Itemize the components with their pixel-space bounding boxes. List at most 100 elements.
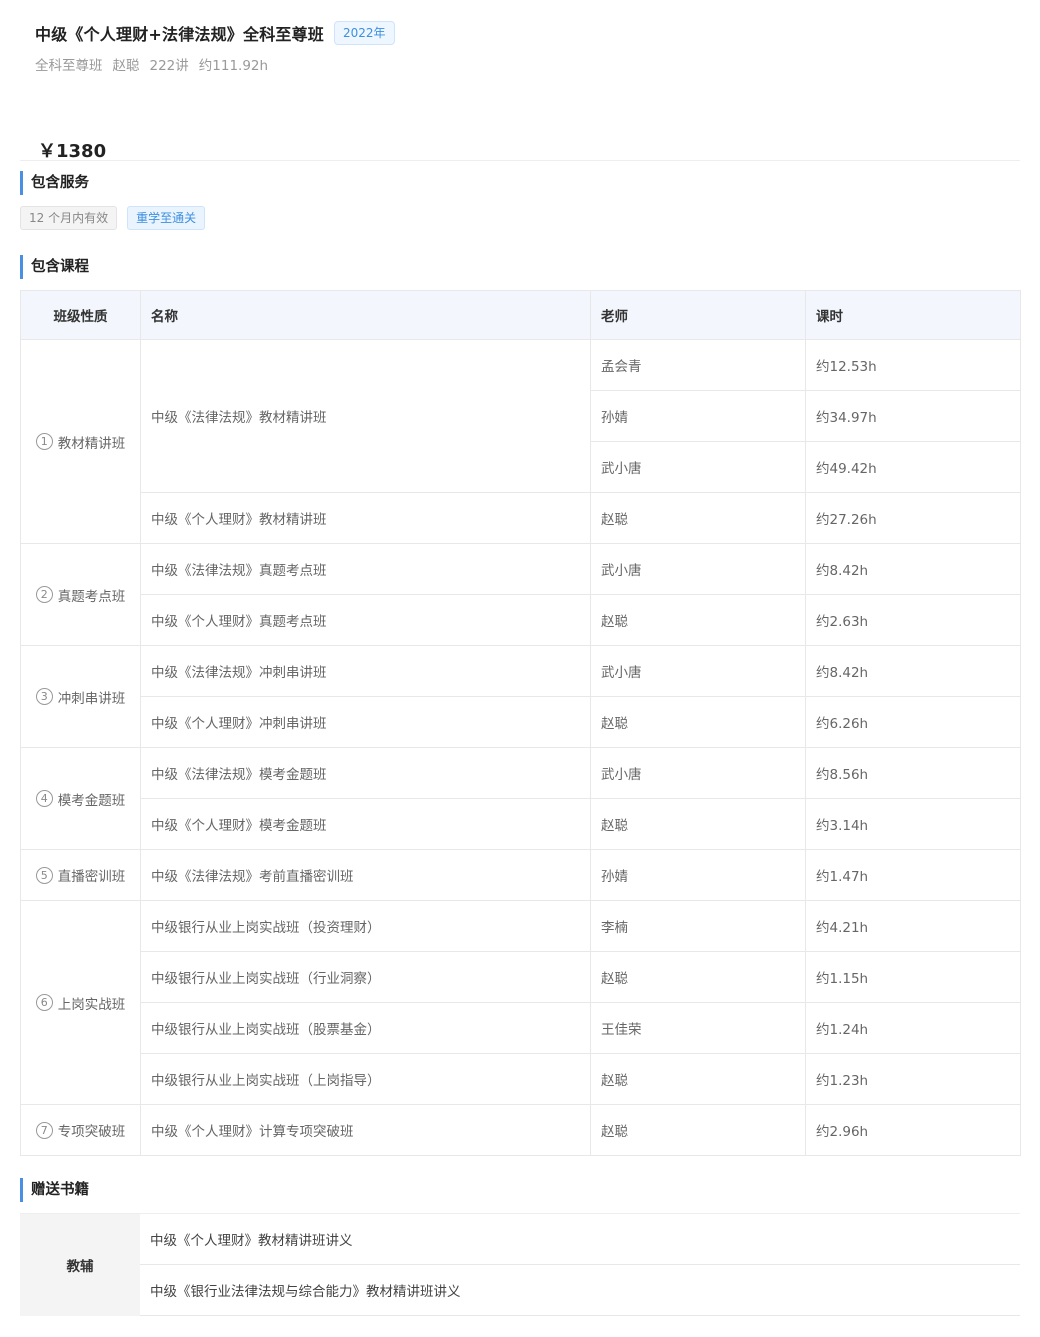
class-type-cell: 3 冲刺串讲班: [20, 645, 141, 748]
course-hours: 约2.96h: [805, 1104, 1021, 1156]
course-teacher: 王佳荣: [590, 1002, 806, 1054]
validity-tag: 12 个月内有效: [20, 206, 118, 230]
course-teacher: 武小唐: [590, 543, 806, 595]
year-badge: 2022年: [334, 21, 395, 45]
course-teacher: 孙婧: [590, 390, 806, 442]
table-row: 中级银行从业上岗实战班（行业洞察） 赵聪 约1.15h: [21, 951, 1021, 1003]
course-name: 中级《法律法规》教材精讲班: [140, 339, 591, 493]
meta-teacher: 赵聪: [112, 58, 140, 74]
course-hours: 约3.14h: [805, 798, 1021, 850]
course-hours: 约8.56h: [805, 747, 1021, 799]
class-type-label: 冲刺串讲班: [57, 690, 126, 707]
course-teacher: 赵聪: [590, 696, 806, 748]
book-item: 中级《银行业法律法规与综合能力》教材精讲班讲义: [140, 1264, 1020, 1316]
table-row: 中级《个人理财》冲刺串讲班 赵聪 约6.26h: [21, 696, 1021, 748]
course-hours: 约6.26h: [805, 696, 1021, 748]
class-type-cell: 1 教材精讲班: [20, 339, 141, 544]
course-name: 中级银行从业上岗实战班（上岗指导）: [140, 1053, 591, 1105]
course-hours: 约34.97h: [805, 390, 1021, 442]
table-row: 中级《个人理财》教材精讲班 赵聪 约27.26h: [21, 492, 1021, 544]
course-name: 中级银行从业上岗实战班（行业洞察）: [140, 951, 591, 1003]
title-row: 中级《个人理财+法律法规》全科至尊班 2022年: [35, 18, 1020, 48]
course-hours: 约8.42h: [805, 543, 1021, 595]
book-category: 教辅: [20, 1213, 140, 1316]
course-hours: 约4.21h: [805, 900, 1021, 952]
product-meta: 全科至尊班 赵聪 222讲 约111.92h: [35, 54, 1020, 74]
course-teacher: 武小唐: [590, 747, 806, 799]
course-teacher: 赵聪: [590, 492, 806, 544]
table-row: 中级《个人理财》模考金题班 赵聪 约3.14h: [21, 798, 1021, 850]
table-row: 中级银行从业上岗实战班（股票基金） 王佳荣 约1.24h: [21, 1002, 1021, 1054]
books-section-title: 赠送书籍: [20, 1178, 89, 1202]
index-circle: 4: [35, 790, 53, 807]
table-row: 1 教材精讲班 中级《法律法规》教材精讲班 孟会青 约12.53h: [20, 339, 1021, 544]
course-teacher: 赵聪: [590, 798, 806, 850]
index-circle: 5: [35, 866, 53, 884]
course-name: 中级《个人理财》计算专项突破班: [140, 1104, 591, 1156]
index-circle: 6: [35, 994, 53, 1011]
course-name: 中级《法律法规》模考金题班: [140, 747, 591, 799]
course-teacher: 李楠: [590, 900, 806, 952]
course-teacher: 赵聪: [590, 1104, 806, 1156]
course-table: 班级性质 名称 老师 课时 1 教材精讲班 中级《法律法规》教材精讲班 孟会青 约…: [20, 290, 1021, 1156]
services-section-title: 包含服务: [20, 171, 89, 195]
course-name: 中级银行从业上岗实战班（投资理财）: [140, 900, 591, 952]
table-row: 中级《个人理财》真题考点班 赵聪 约2.63h: [21, 594, 1021, 646]
table-row: 6 上岗实战班 中级银行从业上岗实战班（投资理财） 李楠 约4.21h: [20, 900, 1021, 1105]
course-name: 中级银行从业上岗实战班（股票基金）: [140, 1002, 591, 1054]
class-type-label: 专项突破班: [57, 1124, 126, 1140]
class-type-label: 教材精讲班: [57, 435, 126, 452]
table-row: 4 模考金题班 中级《法律法规》模考金题班 武小唐 约8.56h: [20, 747, 1021, 850]
meta-class-type: 全科至尊班: [35, 58, 103, 74]
course-name: 中级《个人理财》真题考点班: [140, 594, 591, 646]
course-hours: 约2.63h: [805, 594, 1021, 646]
course-name: 中级《个人理财》教材精讲班: [140, 492, 591, 544]
course-hours: 约1.23h: [805, 1053, 1021, 1105]
class-type-cell: 5 直播密训班: [20, 849, 141, 901]
course-teacher: 孙婧: [590, 849, 806, 901]
course-hours: 约1.47h: [805, 849, 1021, 901]
course-teacher: 武小唐: [590, 645, 806, 697]
index-circle: 7: [35, 1121, 53, 1139]
class-type-cell: 6 上岗实战班: [20, 900, 141, 1105]
class-type-cell: 7 专项突破班: [20, 1104, 141, 1156]
class-type-label: 模考金题班: [57, 792, 126, 809]
table-row: 中级《银行业法律法规与综合能力》教材精讲班讲义: [20, 1264, 1020, 1316]
course-hours: 约49.42h: [805, 441, 1021, 493]
course-teacher: 赵聪: [590, 594, 806, 646]
course-hours: 约8.42h: [805, 645, 1021, 697]
meta-lesson-count: 222讲: [149, 58, 189, 74]
book-table: 教辅 中级《个人理财》教材精讲班讲义 中级《银行业法律法规与综合能力》教材精讲班…: [20, 1213, 1020, 1316]
course-hours: 约27.26h: [805, 492, 1021, 544]
meta-total-hours: 约111.92h: [198, 58, 269, 74]
table-row: 2 真题考点班 中级《法律法规》真题考点班 武小唐 约8.42h: [20, 543, 1021, 646]
table-row: 教辅 中级《个人理财》教材精讲班讲义: [20, 1213, 1020, 1316]
table-row: 中级银行从业上岗实战班（上岗指导） 赵聪 约1.23h: [21, 1053, 1021, 1105]
table-header-row: 班级性质 名称 老师 课时: [20, 290, 1021, 340]
course-name: 中级《法律法规》考前直播密训班: [140, 849, 591, 901]
header-name: 名称: [140, 290, 591, 340]
product-header: 中级《个人理财+法律法规》全科至尊班 2022年 全科至尊班 赵聪 222讲 约…: [35, 18, 1020, 74]
course-name: 中级《个人理财》冲刺串讲班: [140, 696, 591, 748]
course-name: 中级《法律法规》真题考点班: [140, 543, 591, 595]
table-row: 7 专项突破班 中级《个人理财》计算专项突破班 赵聪 约2.96h: [20, 1104, 1021, 1156]
class-type-label: 真题考点班: [57, 588, 126, 605]
book-item: 中级《个人理财》教材精讲班讲义: [140, 1213, 1020, 1265]
courses-section-title: 包含课程: [20, 255, 89, 279]
course-teacher: 武小唐: [590, 441, 806, 493]
class-type-cell: 4 模考金题班: [20, 747, 141, 850]
course-hours: 约1.15h: [805, 951, 1021, 1003]
service-tags: 12 个月内有效 重学至通关: [20, 206, 215, 230]
table-row: 5 直播密训班 中级《法律法规》考前直播密训班 孙婧 约1.47h: [20, 849, 1021, 901]
index-circle: 3: [35, 688, 53, 705]
class-type-label: 上岗实战班: [57, 996, 126, 1013]
divider: [20, 160, 1020, 161]
course-hours: 约12.53h: [805, 339, 1021, 391]
course-name: 中级《法律法规》冲刺串讲班: [140, 645, 591, 697]
header-type: 班级性质: [20, 290, 141, 340]
course-name: 中级《个人理财》模考金题班: [140, 798, 591, 850]
product-title: 中级《个人理财+法律法规》全科至尊班: [35, 25, 325, 44]
header-hours: 课时: [805, 290, 1021, 340]
header-teacher: 老师: [590, 290, 806, 340]
course-teacher: 赵聪: [590, 951, 806, 1003]
